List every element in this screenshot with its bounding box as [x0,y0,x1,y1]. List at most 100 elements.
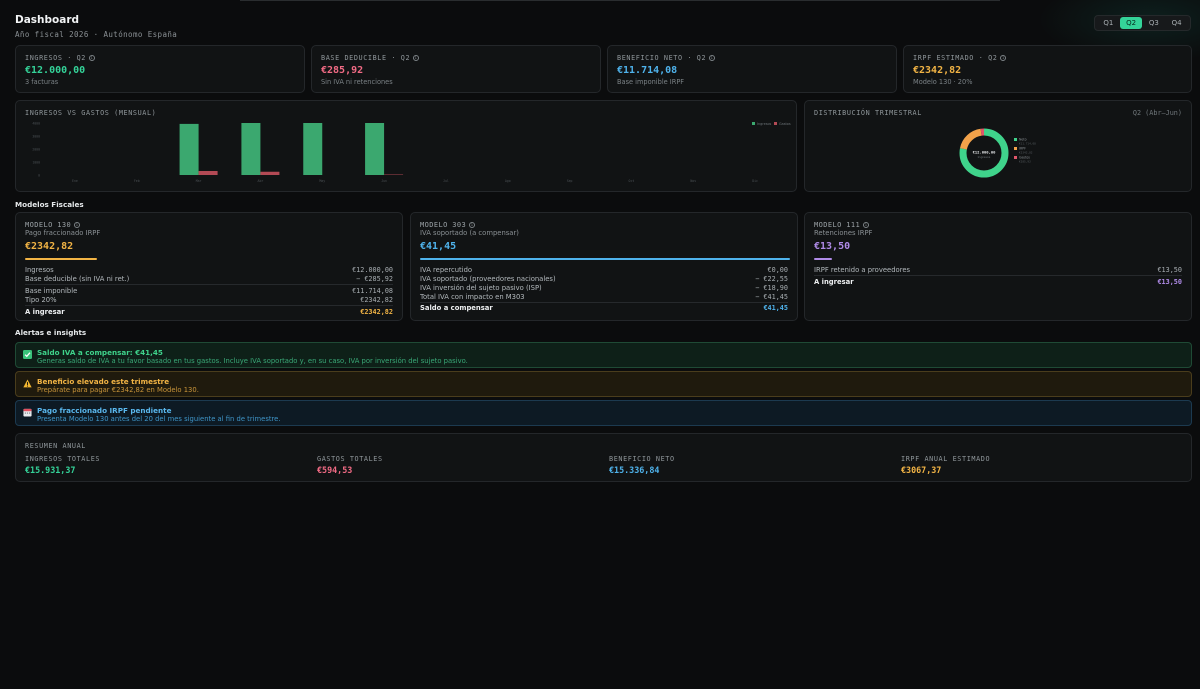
summary-title: RESUMEN ANUAL [25,442,86,450]
model-card-303: MODELO 303 i IVA soportado (a compensar) … [410,212,798,321]
annual-summary-card: RESUMEN ANUAL INGRESOS TOTALES €15.931,3… [15,433,1192,482]
legend-swatch [1014,147,1017,150]
model-title: MODELO 303 i [420,221,476,229]
kpi-value: €11.714,08 [617,65,678,76]
summary-label: INGRESOS TOTALES [25,455,101,463]
section-title-models: Modelos Fiscales [15,200,84,209]
model-value: €13,50 [814,241,851,252]
tab-q2[interactable]: Q2 [1120,17,1143,29]
model-progress-bar [25,258,97,260]
tab-q3[interactable]: Q3 [1143,17,1165,29]
legend-swatch [774,122,777,125]
x-tick-label: May [319,179,325,183]
kpi-card-beneficio-neto: BENEFICIO NETO · Q2 i €11.714,08 Base imp… [607,45,897,93]
info-icon[interactable]: i [89,55,95,61]
info-icon[interactable]: i [413,55,420,61]
alert-text: Prepárate para pagar €2342,82 en Modelo … [37,386,199,394]
legend-value: €11.714,08 [1019,141,1036,145]
model-subtitle: IVA soportado (a compensar) [420,229,519,237]
quarter-selector: Q1 Q2 Q3 Q4 [1094,15,1191,31]
alert-pago-fraccionado: Pago fraccionado IRPF pendiente Presenta… [15,400,1192,426]
page-header: Dashboard Año fiscal 2026 · Autónomo Esp… [15,14,177,39]
kpi-label: IRPF ESTIMADO · Q2 i [913,54,1007,62]
kpi-note: 3 facturas [25,78,59,86]
model-row: Total IVA con impacto en M303− €41,45 [420,293,788,301]
chart-card-monthly: INGRESOS VS GASTOS (MENSUAL) 4000 3000 200… [15,100,797,192]
kpi-note: Modelo 130 · 20% [913,78,973,86]
chart-card-distribution: DISTRIBUCIÓN TRIMESTRAL Q2 (Abr–Jun) €12… [804,100,1192,192]
kpi-label: BENEFICIO NETO · Q2 i [617,54,716,62]
alert-iva-saldo: Saldo IVA a compensar: €41,45 Generas sa… [15,342,1192,368]
summary-label: GASTOS TOTALES [317,455,383,463]
kpi-value: €2342,82 [913,65,962,76]
kpi-card-irpf-estimado: IRPF ESTIMADO · Q2 i €2342,82 Modelo 130 … [903,45,1192,93]
x-tick-label: Jun [381,179,387,183]
summary-label: BENEFICIO NETO [609,455,675,463]
info-icon[interactable]: i [1000,55,1007,61]
tab-q1[interactable]: Q1 [1097,17,1119,29]
y-tick-label: 2000 [32,148,40,152]
tab-q4[interactable]: Q4 [1166,17,1188,29]
model-progress-bar [814,258,832,260]
model-subtitle: Pago fraccionado IRPF [25,229,101,237]
alert-title: Beneficio elevado este trimestre [37,377,170,386]
model-card-111: MODELO 111 i Retenciones IRPF €13,50 IRPF… [804,212,1192,321]
x-tick-label: Abr [258,179,264,183]
model-row: Ingresos €12.000,00 [25,266,393,274]
legend-value: €285,92 [1019,159,1031,163]
info-icon[interactable]: i [469,222,476,228]
divider [25,305,393,306]
model-title: MODELO 111 i [814,221,870,229]
x-tick-label: Feb [134,179,140,183]
bar-gastos [260,171,280,175]
divider [25,284,393,285]
kpi-value: €285,92 [321,65,364,76]
bar-ingresos [241,123,261,175]
model-subtitle: Retenciones IRPF [814,229,873,237]
bar-ingresos [365,123,385,175]
divider [420,302,788,303]
alert-title: Saldo IVA a compensar: €41,45 [37,348,163,357]
model-row: IVA inversión del sujeto pasivo (ISP) − €… [420,284,788,292]
bar-chart: 4000 3000 2000 1000 0 Ene Feb Mar Abr May Jun Jul Ag… [32,122,791,184]
summary-value: €15.931,37 [25,465,76,475]
donut-chart: €12.000,00IngresosNeto€11.714,08IRPF€234… [959,128,1036,178]
info-icon[interactable]: i [74,222,81,228]
model-row: IVA soportado (proveedores nacionales) − … [420,275,788,283]
alert-text: Presenta Modelo 130 antes del 20 del mes… [37,415,281,423]
info-icon[interactable]: i [709,55,716,61]
summary-value: €3067,37 [901,465,942,475]
legend-label: Ingresos [757,122,772,126]
y-tick-label: 1000 [32,161,40,165]
model-row: IVA repercutido €0,00 [420,266,788,274]
kpi-value: €12.000,00 [25,65,86,76]
x-tick-label: Jul [443,179,449,183]
alert-text: Generas saldo de IVA a tu favor basado e… [37,357,468,365]
page-title: Dashboard [15,14,80,26]
model-row: Tipo 20% €2342,82 [25,296,393,304]
kpi-card-ingresos: INGRESOS · Q2 i €12.000,00 3 facturas [15,45,305,93]
alert-beneficio-elevado: Beneficio elevado este trimestre Prepára… [15,371,1192,397]
y-tick-label: 3000 [32,135,40,139]
legend-swatch [1014,138,1017,141]
divider [814,275,1182,276]
alert-title: Pago fraccionado IRPF pendiente [37,406,172,415]
model-title: MODELO 130 i [25,221,81,229]
x-tick-label: Dic [752,179,758,183]
top-divider [240,0,1000,1]
bar-ingresos [179,123,199,175]
x-tick-label: Ene [72,179,78,183]
kpi-card-base-deducible: BASE DEDUCIBLE · Q2 i €285,92 Sin IVA ni … [311,45,601,93]
x-tick-label: Sep [567,179,573,183]
x-tick-label: Nov [690,179,696,183]
kpi-note: Sin IVA ni retenciones [321,78,393,86]
model-total-row: A ingresar €2342,82 [25,308,393,316]
summary-value: €594,53 [317,465,353,475]
section-title-alerts: Alertas e insights [15,328,87,337]
info-icon[interactable]: i [863,222,870,228]
calendar-icon [23,408,32,417]
model-total-row: Saldo a compensar €41,45 [420,304,788,312]
legend-swatch [752,122,755,125]
model-value: €41,45 [420,241,457,252]
page-subtitle: Año fiscal 2026 · Autónomo España [15,30,178,39]
